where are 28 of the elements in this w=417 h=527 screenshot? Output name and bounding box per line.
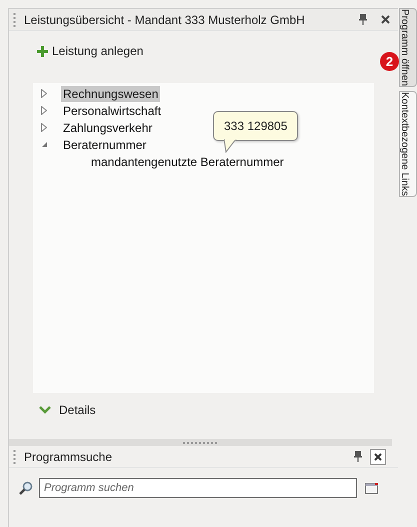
close-icon (374, 452, 382, 460)
close-button[interactable] (370, 448, 386, 464)
tree-item[interactable]: mandantengenutzte Beraternummer (89, 154, 286, 170)
grip-icon[interactable] (13, 450, 16, 464)
pin-icon (354, 451, 362, 462)
tooltip-tail (224, 139, 238, 153)
grip-icon[interactable] (13, 12, 16, 26)
plus-icon (37, 46, 48, 56)
panel-title: Leistungsübersicht - Mandant 333 Musterholz GmbH (24, 12, 306, 28)
close-icon[interactable] (381, 15, 390, 24)
expander-icon[interactable] (39, 106, 49, 115)
side-tab[interactable]: Programm öffnen (399, 8, 417, 88)
side-tab[interactable]: Kontextbezogene Links (399, 91, 417, 198)
tree-item[interactable]: Beraternummer (61, 136, 148, 152)
tree-item[interactable]: Rechnungswesen (61, 86, 160, 102)
add-service-button[interactable]: Leistung anlegen (37, 42, 144, 60)
pin-icon (359, 14, 367, 25)
expander-icon[interactable] (39, 89, 49, 98)
tree-item[interactable]: Zahlungsverkehr (61, 120, 154, 136)
step-badge: 2 (380, 52, 399, 71)
search-icon (19, 481, 33, 495)
expander-icon[interactable] (39, 123, 49, 132)
search-panel-title: Programmsuche (24, 448, 114, 466)
chevron-icon (39, 406, 51, 414)
details-toggle[interactable]: Details (39, 401, 96, 419)
tree-item[interactable]: Personalwirtschaft (61, 102, 164, 118)
window-icon[interactable] (365, 482, 378, 494)
search-field[interactable]: Programm suchen (39, 478, 357, 498)
